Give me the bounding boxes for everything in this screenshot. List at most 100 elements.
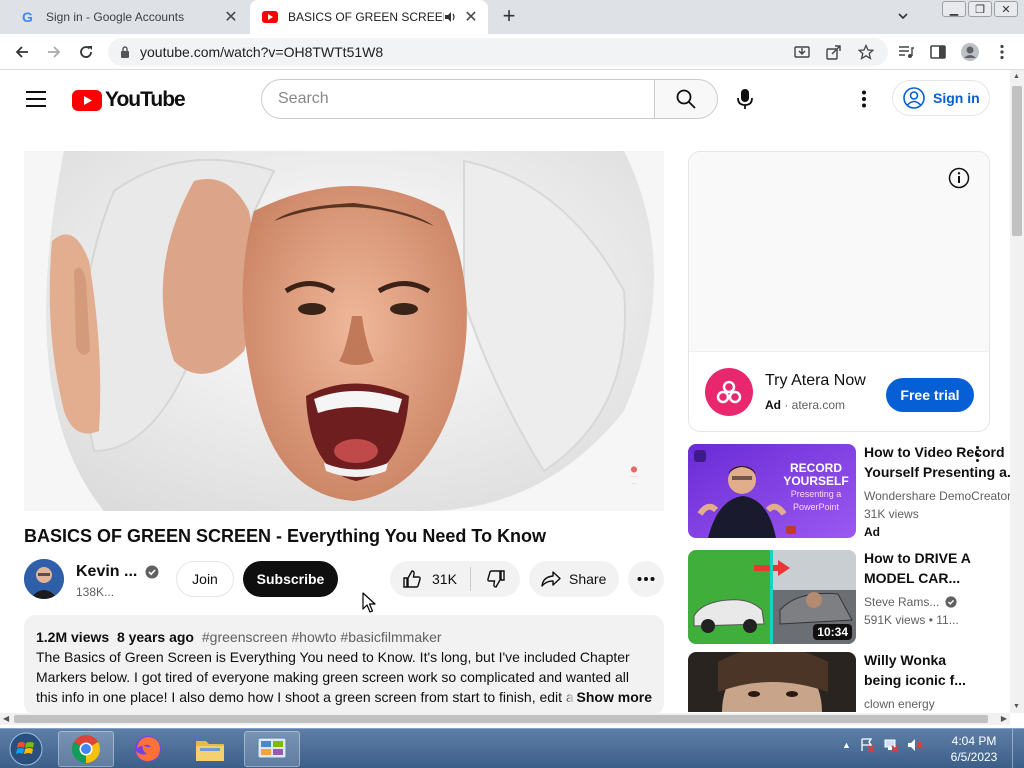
bookmark-button[interactable] bbox=[856, 42, 876, 62]
recommendation-title[interactable]: How to Video Record Yourself Presenting … bbox=[864, 442, 1014, 482]
media-icon bbox=[899, 46, 914, 58]
scroll-right-arrow[interactable]: ▶ bbox=[1001, 714, 1007, 723]
address-bar[interactable]: youtube.com/watch?v=OH8TWTt51W8 bbox=[108, 38, 888, 66]
show-more-button[interactable]: Show more bbox=[562, 687, 652, 707]
profile-icon bbox=[961, 43, 979, 61]
minimize-button[interactable]: ▁ bbox=[942, 1, 966, 17]
share-page-button[interactable] bbox=[824, 42, 844, 62]
tab-google-accounts[interactable]: G Sign in - Google Accounts ✕ bbox=[8, 0, 248, 34]
title-line: Willy Wonka bbox=[864, 652, 947, 668]
tab-search-button[interactable] bbox=[896, 9, 910, 28]
ad-media[interactable] bbox=[689, 152, 989, 352]
taskbar-control-panel[interactable] bbox=[244, 731, 300, 767]
voice-search-button[interactable] bbox=[727, 83, 763, 115]
like-button[interactable]: 31K bbox=[390, 561, 470, 597]
start-button[interactable] bbox=[4, 731, 48, 767]
vertical-scrollbar[interactable]: ▲ ▼ bbox=[1010, 70, 1024, 713]
recommendation-channel[interactable]: Steve Rams... bbox=[864, 595, 957, 609]
description-text: The Basics of Green Screen is Everything… bbox=[36, 647, 652, 707]
new-tab-button[interactable]: + bbox=[498, 5, 520, 28]
search-button[interactable] bbox=[654, 79, 718, 119]
taskbar-chrome[interactable] bbox=[58, 731, 114, 767]
media-controls-button[interactable] bbox=[896, 42, 916, 62]
description-line: this info in one place! I also demo how … bbox=[36, 689, 574, 705]
ad-card[interactable]: Try Atera Now Ad · atera.com Free trial bbox=[688, 151, 990, 432]
subscriber-count: 138K... bbox=[76, 585, 115, 599]
recommendation-title[interactable]: Willy Wonka being iconic f... bbox=[864, 652, 1008, 690]
scroll-left-arrow[interactable]: ◀ bbox=[3, 714, 9, 723]
tab-youtube-video[interactable]: BASICS OF GREEN SCREEN - ✕ bbox=[250, 0, 488, 34]
scrollbar-thumb[interactable] bbox=[14, 715, 988, 723]
system-clock[interactable]: 4:04 PM 6/5/2023 bbox=[944, 733, 1004, 765]
atera-logo-icon bbox=[705, 368, 753, 416]
free-trial-button[interactable]: Free trial bbox=[886, 378, 974, 412]
side-panel-button[interactable] bbox=[928, 42, 948, 62]
install-app-button[interactable] bbox=[792, 42, 812, 62]
browser-menu-button[interactable] bbox=[992, 42, 1012, 62]
more-actions-button[interactable] bbox=[628, 561, 664, 597]
dislike-button[interactable] bbox=[471, 561, 520, 597]
join-button[interactable]: Join bbox=[176, 561, 234, 597]
audio-playing-icon[interactable] bbox=[444, 11, 456, 23]
ad-title[interactable]: Try Atera Now bbox=[765, 372, 866, 390]
show-desktop-button[interactable] bbox=[1012, 729, 1024, 768]
chrome-icon bbox=[72, 735, 100, 763]
video-thumbnail[interactable]: 10:34 bbox=[688, 550, 856, 644]
recommendation-channel[interactable]: clown energy bbox=[864, 697, 935, 711]
video-thumbnail[interactable]: RECORD YOURSELF Presenting a PowerPoint bbox=[688, 444, 856, 538]
forward-button[interactable] bbox=[44, 42, 64, 62]
youtube-logo[interactable]: YouTube bbox=[72, 88, 186, 112]
recommendation-item[interactable]: RECORD YOURSELF Presenting a PowerPoint … bbox=[688, 444, 1014, 539]
horizontal-scrollbar[interactable]: ◀ ▶ bbox=[0, 713, 1010, 725]
reload-button[interactable] bbox=[76, 42, 96, 62]
channel-avatar[interactable] bbox=[24, 559, 64, 599]
settings-menu-button[interactable] bbox=[852, 87, 876, 111]
subscribe-button[interactable]: Subscribe bbox=[243, 561, 338, 597]
sign-in-label: Sign in bbox=[933, 90, 980, 106]
restore-button[interactable]: ❐ bbox=[968, 1, 992, 17]
windows-taskbar: ▲ 4:04 PM 6/5/2023 bbox=[0, 728, 1024, 768]
back-button[interactable] bbox=[12, 42, 32, 62]
close-tab-button[interactable]: ✕ bbox=[462, 8, 480, 26]
recommendation-menu-button[interactable] bbox=[974, 446, 980, 462]
logo-wordmark: YouTube bbox=[105, 88, 186, 111]
recommendation-item[interactable]: Willy Wonka being iconic f... clown ener… bbox=[688, 652, 1008, 712]
scrollbar-thumb[interactable] bbox=[1012, 86, 1022, 236]
taskbar-file-explorer[interactable] bbox=[182, 731, 238, 767]
video-owner-row: Kevin ... 138K... Join Subscribe 31K Sha… bbox=[24, 559, 664, 601]
more-horiz-icon bbox=[637, 577, 655, 581]
hashtags[interactable]: #greenscreen #howto #basicfilmmaker bbox=[202, 629, 442, 645]
control-panel-icon bbox=[257, 737, 287, 759]
title-line: MODEL CAR... bbox=[864, 570, 961, 586]
show-hidden-icons-icon[interactable]: ▲ bbox=[842, 740, 851, 750]
share-button[interactable]: Share bbox=[529, 561, 619, 597]
video-player[interactable]: ⬤ ···· ·· bbox=[24, 151, 664, 511]
channel-name[interactable]: Kevin ... bbox=[76, 563, 159, 581]
system-tray: ▲ bbox=[842, 737, 923, 753]
scroll-up-arrow[interactable]: ▲ bbox=[1013, 73, 1020, 80]
profile-button[interactable] bbox=[960, 42, 980, 62]
taskbar-firefox[interactable] bbox=[120, 731, 176, 767]
ad-info-button[interactable] bbox=[947, 166, 971, 190]
ad-badge: Ad bbox=[864, 525, 880, 539]
action-center-icon[interactable] bbox=[859, 737, 875, 753]
mic-icon bbox=[737, 89, 753, 109]
search-input[interactable]: Search bbox=[261, 79, 655, 119]
close-tab-button[interactable]: ✕ bbox=[222, 8, 240, 26]
kebab-icon bbox=[862, 90, 866, 108]
scroll-down-arrow[interactable]: ▼ bbox=[1013, 703, 1020, 710]
sign-in-button[interactable]: Sign in bbox=[892, 80, 990, 116]
recommendation-item[interactable]: 10:34 How to DRIVE A MODEL CAR... Steve … bbox=[688, 550, 1008, 644]
video-thumbnail[interactable] bbox=[688, 652, 856, 712]
close-window-button[interactable]: ✕ bbox=[994, 1, 1018, 17]
description-line: Markers below. I got tired of everyone m… bbox=[36, 669, 629, 685]
volume-muted-icon[interactable] bbox=[907, 737, 923, 753]
recommendation-title[interactable]: How to DRIVE A MODEL CAR... bbox=[864, 548, 1014, 588]
hamburger-icon[interactable] bbox=[24, 88, 48, 110]
description-meta: 1.2M views 8 years ago #greenscreen #how… bbox=[36, 627, 652, 647]
description-box[interactable]: 1.2M views 8 years ago #greenscreen #how… bbox=[24, 615, 664, 715]
recommendation-channel[interactable]: Wondershare DemoCreator bbox=[864, 489, 1011, 503]
search-icon bbox=[676, 89, 696, 109]
network-icon[interactable] bbox=[883, 737, 899, 753]
verified-icon bbox=[145, 565, 159, 579]
